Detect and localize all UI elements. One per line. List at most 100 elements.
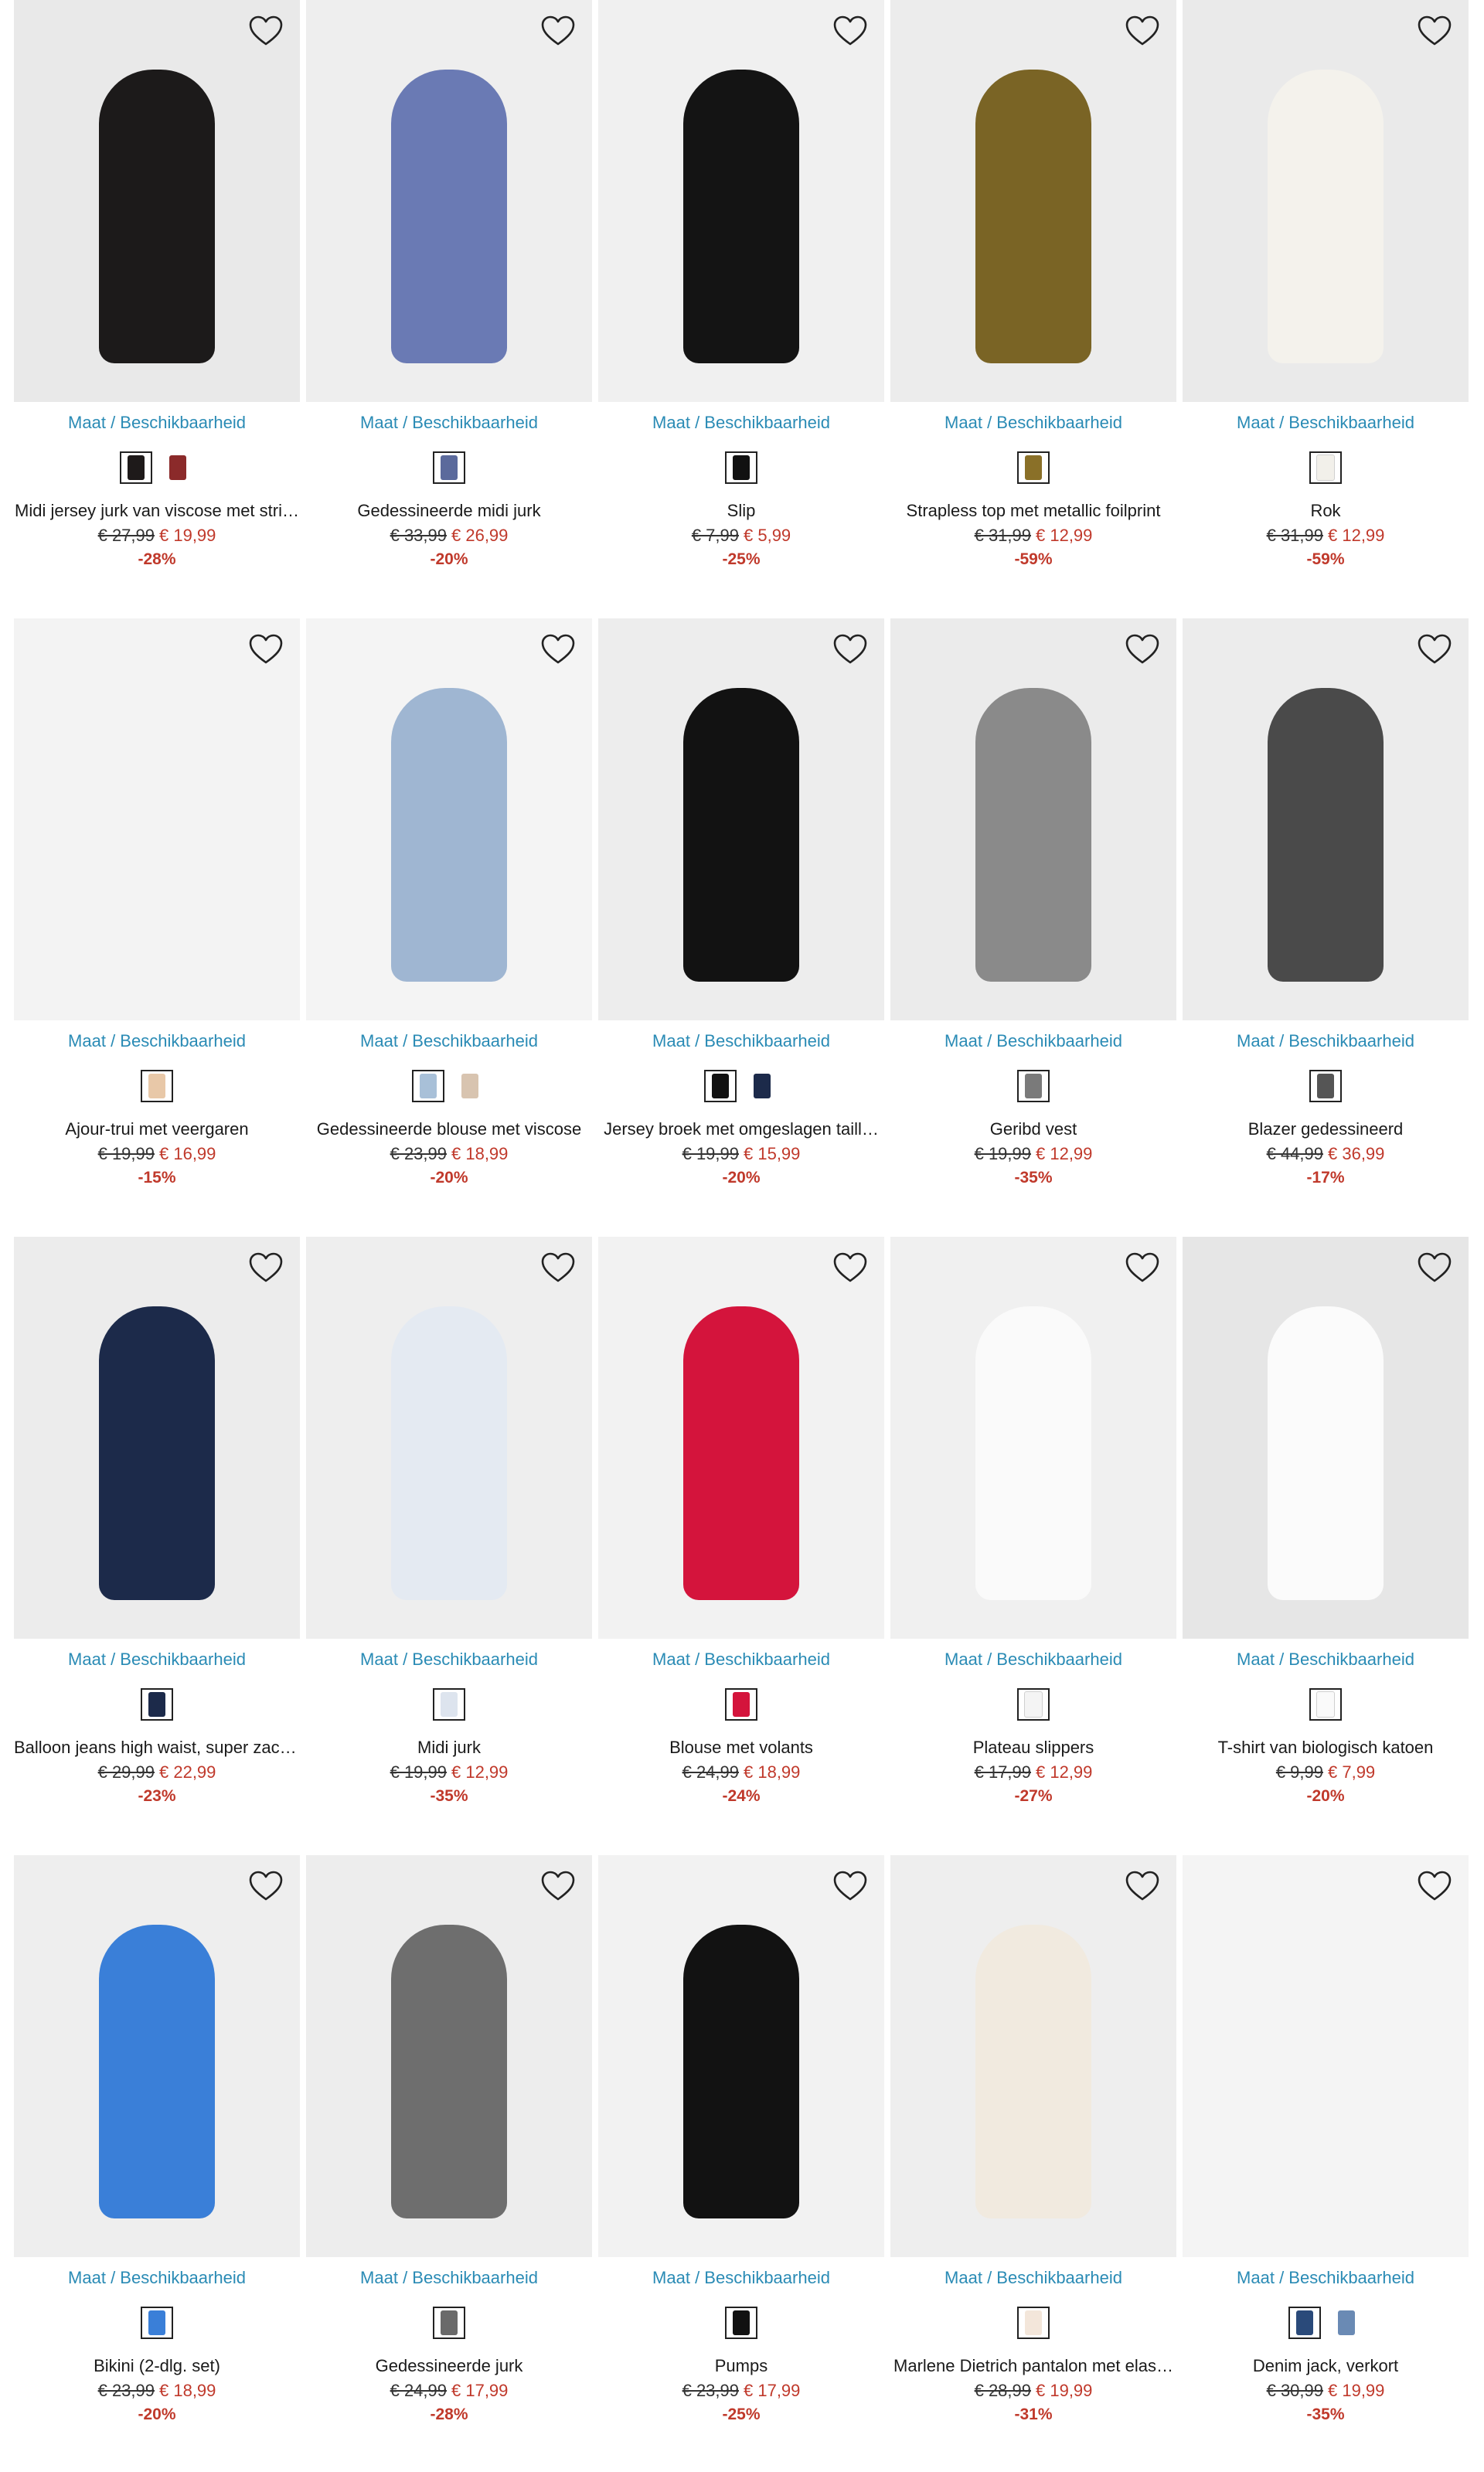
product-name[interactable]: Slip [598,501,884,521]
product-image[interactable] [598,0,884,402]
product-name[interactable]: Blouse met volants [598,1738,884,1758]
size-availability-link[interactable]: Maat / Beschikbaarheid [1183,1031,1469,1051]
wishlist-heart-icon[interactable] [832,1868,869,1905]
product-name[interactable]: Gedessineerde jurk [306,2356,592,2376]
product-name[interactable]: Geribd vest [890,1119,1176,1139]
product-image[interactable] [598,1855,884,2257]
wishlist-heart-icon[interactable] [832,12,869,49]
size-availability-link[interactable]: Maat / Beschikbaarheid [14,1031,300,1051]
size-availability-link[interactable]: Maat / Beschikbaarheid [306,1650,592,1670]
product-name[interactable]: Midi jersey jurk van viscose met stri… [14,501,300,521]
product-card[interactable]: Maat / Beschikbaarheid Midi jersey jurk v… [14,0,300,603]
product-card[interactable]: Maat / Beschikbaarheid Midi jurk € 19,99 € … [306,1237,592,1840]
product-image[interactable] [1183,0,1469,402]
product-card[interactable]: Maat / Beschikbaarheid Plateau slippers € … [890,1237,1176,1840]
color-swatch[interactable] [433,1688,465,1721]
product-image[interactable] [306,618,592,1020]
product-name[interactable]: Balloon jeans high waist, super zach… [14,1738,300,1758]
wishlist-heart-icon[interactable] [1124,631,1161,668]
wishlist-heart-icon[interactable] [539,631,577,668]
size-availability-link[interactable]: Maat / Beschikbaarheid [598,413,884,433]
size-availability-link[interactable]: Maat / Beschikbaarheid [306,2268,592,2288]
product-image[interactable] [14,0,300,402]
product-name[interactable]: Gedessineerde blouse met viscose [306,1119,592,1139]
product-name[interactable]: Ajour-trui met veergaren [14,1119,300,1139]
wishlist-heart-icon[interactable] [1124,1249,1161,1286]
color-swatch[interactable] [725,1688,757,1721]
wishlist-heart-icon[interactable] [1416,1249,1453,1286]
product-image[interactable] [598,1237,884,1639]
color-swatch[interactable] [1309,1688,1342,1721]
wishlist-heart-icon[interactable] [539,1868,577,1905]
product-card[interactable]: Maat / Beschikbaarheid Strapless top met … [890,0,1176,603]
product-card[interactable]: Maat / Beschikbaarheid Gedessineerde blou… [306,618,592,1221]
color-swatch[interactable] [1288,2307,1321,2339]
wishlist-heart-icon[interactable] [832,631,869,668]
color-swatch[interactable] [1017,451,1050,484]
product-name[interactable]: Jersey broek met omgeslagen taill… [598,1119,884,1139]
size-availability-link[interactable]: Maat / Beschikbaarheid [14,2268,300,2288]
product-name[interactable]: T-shirt van biologisch katoen [1183,1738,1469,1758]
product-image[interactable] [1183,1237,1469,1639]
color-swatch[interactable] [1309,451,1342,484]
color-swatch[interactable] [412,1070,444,1102]
size-availability-link[interactable]: Maat / Beschikbaarheid [306,1031,592,1051]
wishlist-heart-icon[interactable] [1416,12,1453,49]
product-name[interactable]: Rok [1183,501,1469,521]
color-swatch[interactable] [725,2307,757,2339]
product-card[interactable]: Maat / Beschikbaarheid Gedessineerde jurk… [306,1855,592,2458]
product-card[interactable]: Maat / Beschikbaarheid Blazer gedessineer… [1183,618,1469,1221]
product-name[interactable]: Blazer gedessineerd [1183,1119,1469,1139]
product-card[interactable]: Maat / Beschikbaarheid Bikini (2-dlg. set… [14,1855,300,2458]
color-swatch[interactable] [704,1070,737,1102]
wishlist-heart-icon[interactable] [1416,1868,1453,1905]
product-card[interactable]: Maat / Beschikbaarheid T-shirt van biolog… [1183,1237,1469,1840]
color-swatch[interactable] [1017,1070,1050,1102]
product-name[interactable]: Marlene Dietrich pantalon met elas… [890,2356,1176,2376]
product-card[interactable]: Maat / Beschikbaarheid Ajour-trui met vee… [14,618,300,1221]
product-image[interactable] [306,1237,592,1639]
product-name[interactable]: Midi jurk [306,1738,592,1758]
product-image[interactable] [890,1855,1176,2257]
product-card[interactable]: Maat / Beschikbaarheid Balloon jeans high… [14,1237,300,1840]
size-availability-link[interactable]: Maat / Beschikbaarheid [890,1650,1176,1670]
product-image[interactable] [306,0,592,402]
product-name[interactable]: Pumps [598,2356,884,2376]
product-image[interactable] [306,1855,592,2257]
color-swatch[interactable] [433,451,465,484]
size-availability-link[interactable]: Maat / Beschikbaarheid [306,413,592,433]
size-availability-link[interactable]: Maat / Beschikbaarheid [1183,2268,1469,2288]
product-card[interactable]: Maat / Beschikbaarheid Rok € 31,99 € 12,99 -… [1183,0,1469,603]
wishlist-heart-icon[interactable] [247,1868,284,1905]
size-availability-link[interactable]: Maat / Beschikbaarheid [890,1031,1176,1051]
wishlist-heart-icon[interactable] [1124,12,1161,49]
color-swatch[interactable] [746,1070,778,1102]
product-card[interactable]: Maat / Beschikbaarheid Geribd vest € 19,99… [890,618,1176,1221]
product-name[interactable]: Gedessineerde midi jurk [306,501,592,521]
product-image[interactable] [14,1237,300,1639]
wishlist-heart-icon[interactable] [539,1249,577,1286]
color-swatch[interactable] [141,1688,173,1721]
product-image[interactable] [1183,1855,1469,2257]
size-availability-link[interactable]: Maat / Beschikbaarheid [598,1650,884,1670]
color-swatch[interactable] [1017,1688,1050,1721]
size-availability-link[interactable]: Maat / Beschikbaarheid [890,2268,1176,2288]
color-swatch[interactable] [1017,2307,1050,2339]
color-swatch[interactable] [454,1070,486,1102]
size-availability-link[interactable]: Maat / Beschikbaarheid [1183,1650,1469,1670]
product-card[interactable]: Maat / Beschikbaarheid Gedessineerde midi… [306,0,592,603]
product-image[interactable] [1183,618,1469,1020]
color-swatch[interactable] [1330,2307,1363,2339]
color-swatch[interactable] [725,451,757,484]
product-image[interactable] [14,618,300,1020]
product-image[interactable] [598,618,884,1020]
size-availability-link[interactable]: Maat / Beschikbaarheid [14,1650,300,1670]
product-image[interactable] [890,0,1176,402]
color-swatch[interactable] [141,2307,173,2339]
color-swatch[interactable] [1309,1070,1342,1102]
size-availability-link[interactable]: Maat / Beschikbaarheid [598,2268,884,2288]
wishlist-heart-icon[interactable] [1124,1868,1161,1905]
color-swatch[interactable] [141,1070,173,1102]
color-swatch[interactable] [120,451,152,484]
product-image[interactable] [890,618,1176,1020]
